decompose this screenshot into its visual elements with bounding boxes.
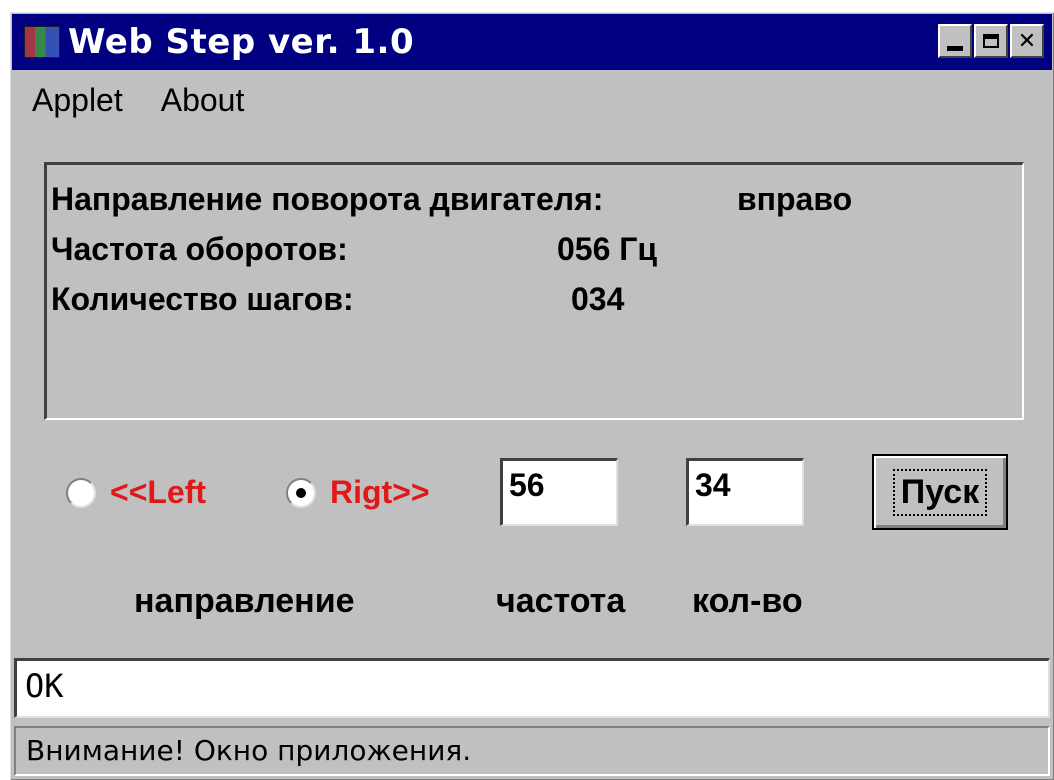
start-button-label: Пуск xyxy=(892,468,988,516)
close-icon: ✕ xyxy=(1017,28,1037,54)
title-bar[interactable]: Web Step ver. 1.0 ✕ xyxy=(12,14,1052,70)
radio-left[interactable]: <<Left xyxy=(66,474,206,511)
app-icon[interactable] xyxy=(24,26,60,58)
window-title: Web Step ver. 1.0 xyxy=(68,22,415,62)
direction-label: Направление поворота двигателя: xyxy=(51,181,604,217)
steps-input[interactable]: 34 xyxy=(686,458,804,526)
menu-about[interactable]: About xyxy=(161,82,245,119)
caption-frequency: частота xyxy=(496,582,626,620)
start-button[interactable]: Пуск xyxy=(872,454,1008,530)
menu-applet[interactable]: Applet xyxy=(32,82,123,119)
frequency-input[interactable]: 56 xyxy=(500,458,618,526)
info-panel: Направление поворота двигателя: вправо Ч… xyxy=(44,162,1024,420)
maximize-button[interactable] xyxy=(974,24,1008,58)
radio-right[interactable]: Rigt>> xyxy=(286,474,430,511)
minimize-button[interactable] xyxy=(938,24,972,58)
caption-count: кол-во xyxy=(692,582,803,620)
application-window: Web Step ver. 1.0 ✕ Applet About Направл… xyxy=(10,12,1054,780)
direction-value: вправо xyxy=(737,181,853,217)
caption-direction: направление xyxy=(134,582,355,620)
radio-right-circle[interactable] xyxy=(286,477,316,508)
frequency-value: 056 Гц xyxy=(557,231,658,267)
window-controls: ✕ xyxy=(936,24,1044,58)
steps-label: Количество шагов: xyxy=(51,281,354,317)
menu-bar: Applet About xyxy=(32,82,244,119)
status-bar: Внимание! Окно приложения. xyxy=(14,726,1050,776)
close-button[interactable]: ✕ xyxy=(1010,24,1044,58)
steps-value: 034 xyxy=(571,281,625,317)
minimize-icon xyxy=(947,45,963,51)
status-field[interactable]: OK xyxy=(14,658,1050,718)
radio-right-label: Rigt>> xyxy=(330,474,430,510)
frequency-label: Частота оборотов: xyxy=(51,231,348,267)
radio-left-circle[interactable] xyxy=(66,477,96,508)
maximize-icon xyxy=(983,34,999,48)
radio-left-label: <<Left xyxy=(110,474,207,510)
